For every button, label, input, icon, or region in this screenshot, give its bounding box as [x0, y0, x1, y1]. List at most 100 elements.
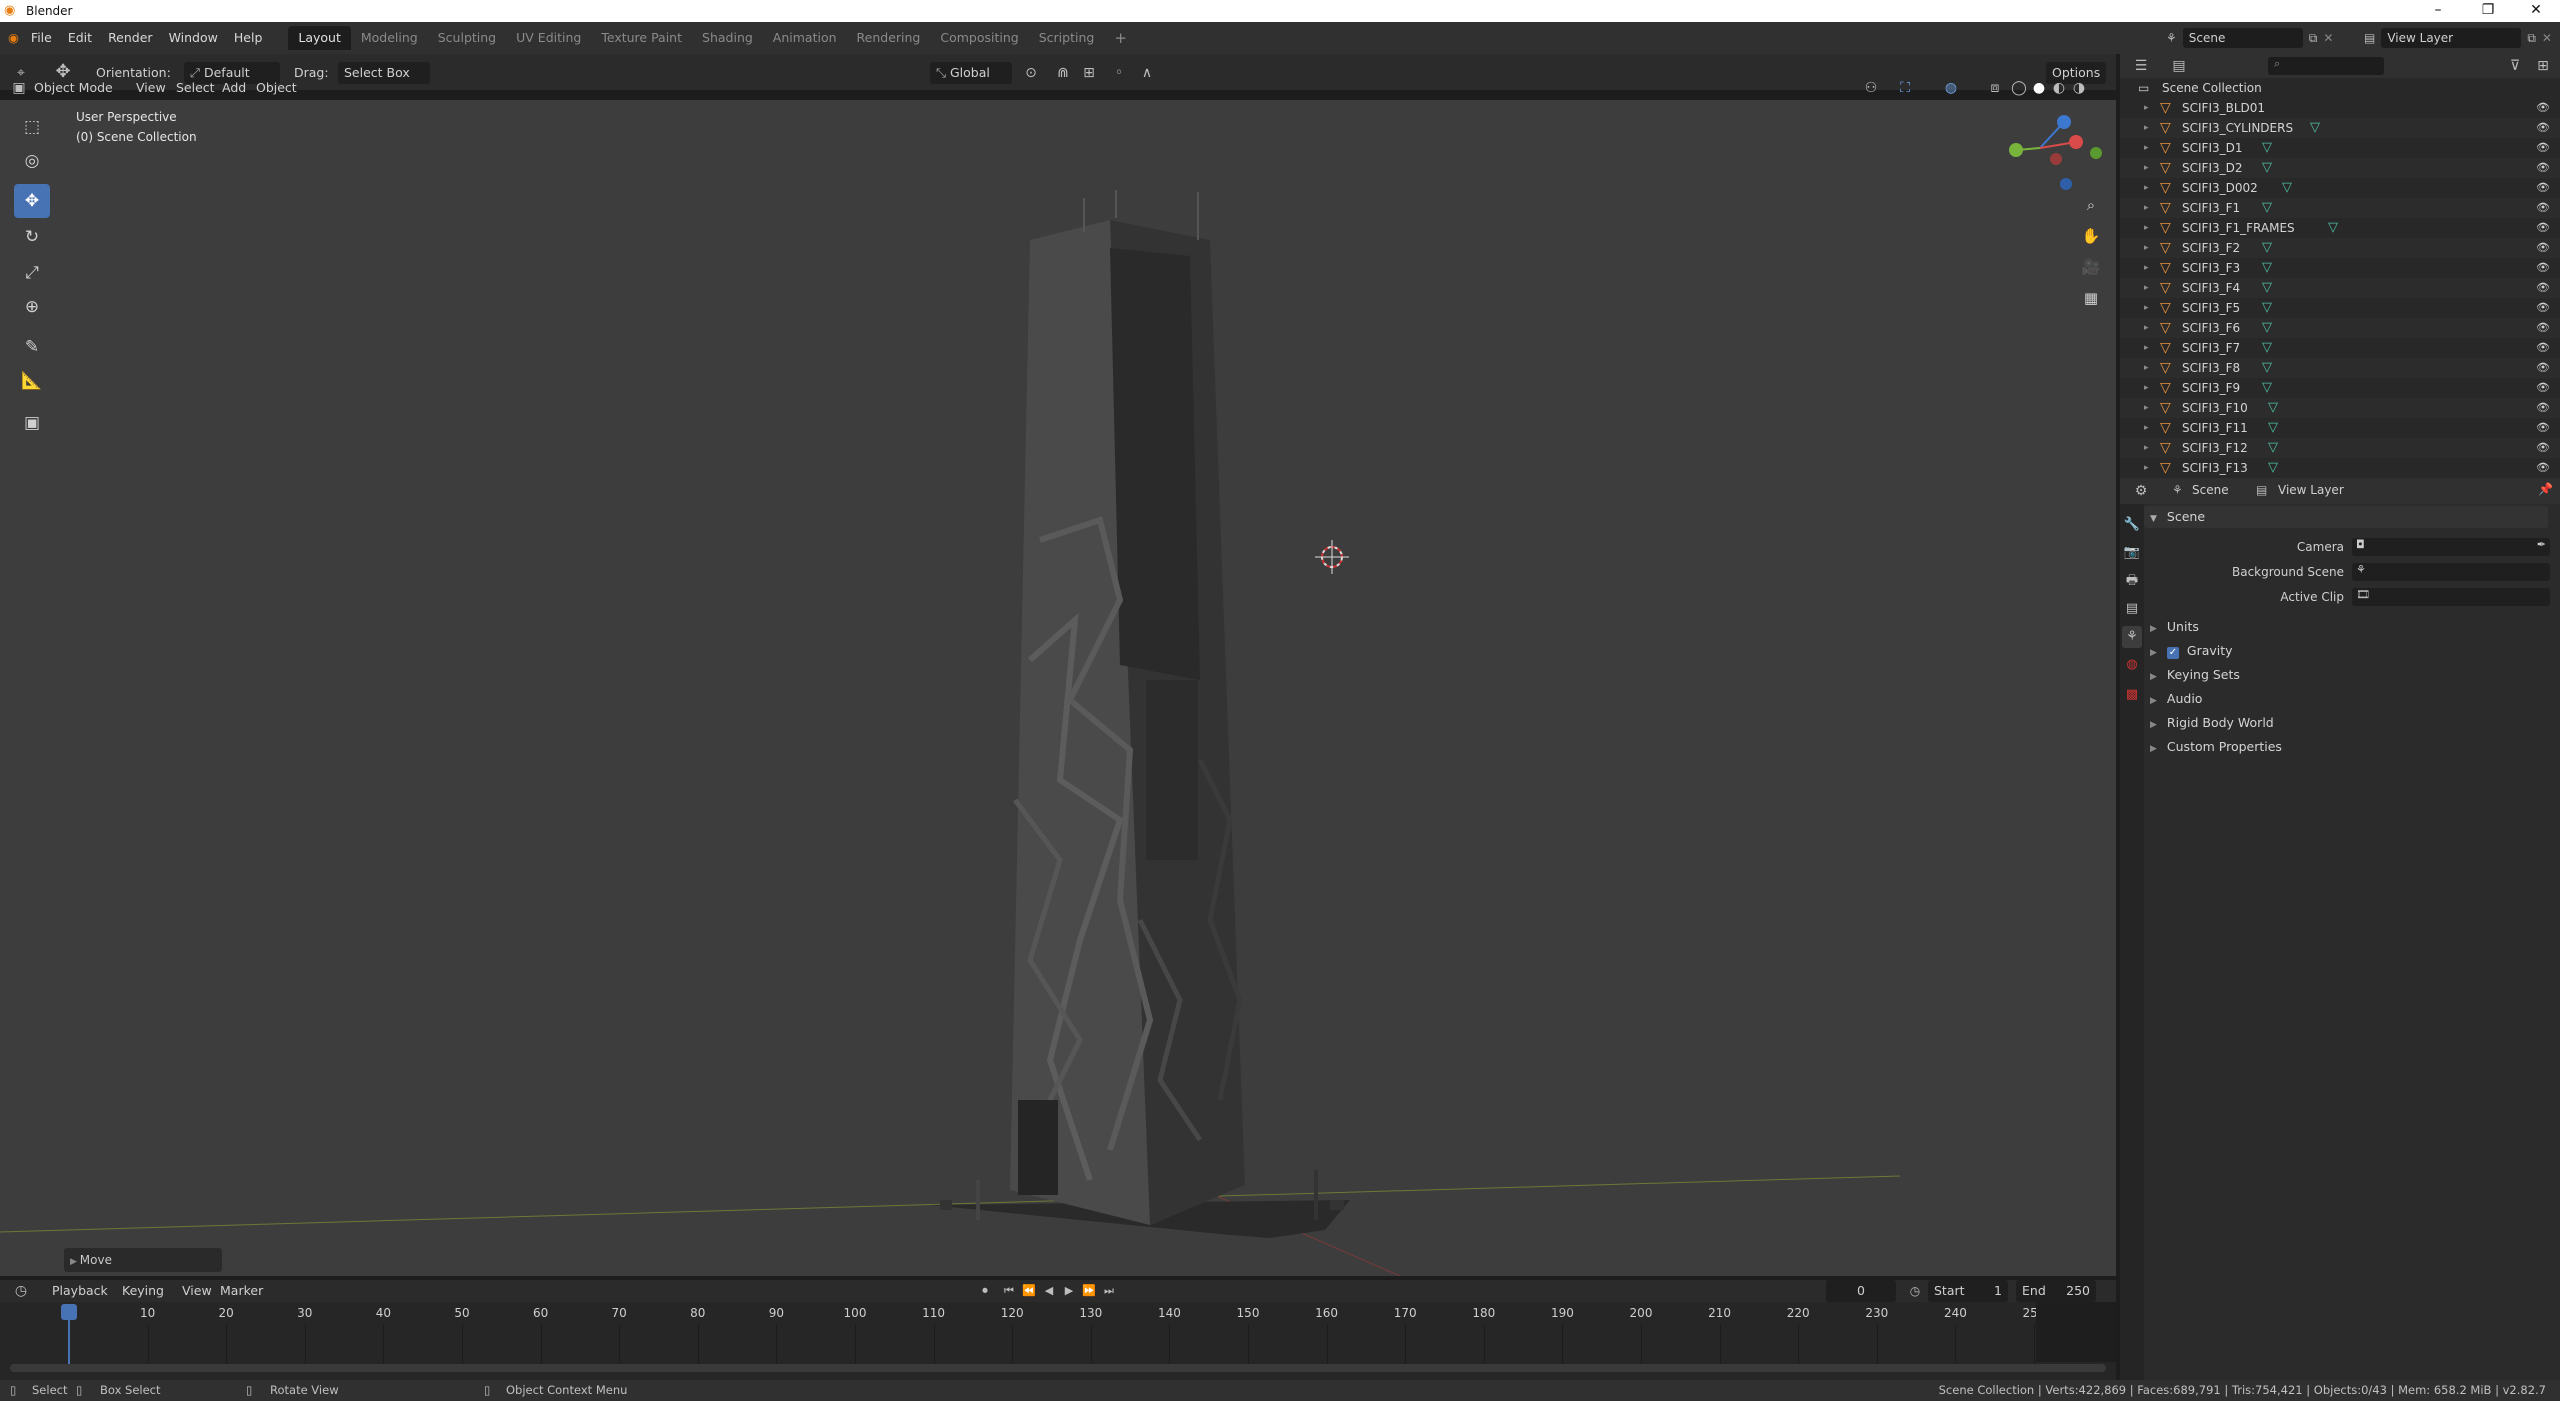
outliner-item-name[interactable]: SCIFI3_F1_FRAMES [2182, 218, 2295, 238]
expand-triangle-icon[interactable]: ▸ [2144, 98, 2149, 118]
outliner-item[interactable]: ▸ ▽ SCIFI3_F12 ▽ 👁 [2120, 438, 2560, 458]
expand-triangle-icon[interactable]: ▸ [2144, 338, 2149, 358]
mesh-data-icon[interactable]: ▽ [2262, 358, 2272, 378]
start-frame-field[interactable]: Start 1 [1928, 1280, 2008, 1302]
mesh-data-icon[interactable]: ▽ [2268, 418, 2278, 438]
mesh-data-icon[interactable]: ▽ [2282, 178, 2292, 198]
tab-scripting[interactable]: Scripting [1029, 26, 1105, 50]
audio-subpanel[interactable]: ▶ Audio [2144, 688, 2548, 710]
material-shading-icon[interactable]: ◐ [2048, 77, 2070, 99]
outliner-item[interactable]: ▸ ▽ SCIFI3_F13 ▽ 👁 [2120, 458, 2560, 478]
gizmo-icon[interactable]: ⛶ [1894, 77, 1916, 99]
camera-view-icon[interactable]: 🎥 [2076, 252, 2106, 282]
current-frame-field[interactable]: 0 [1826, 1280, 1896, 1302]
visibility-eye-icon[interactable]: 👁 [2536, 318, 2550, 338]
properties-editor-icon[interactable]: ⚙ [2130, 480, 2152, 502]
tab-compositing[interactable]: Compositing [930, 26, 1028, 50]
tab-sculpting[interactable]: Sculpting [428, 26, 506, 50]
tab-uv-editing[interactable]: UV Editing [506, 26, 591, 50]
units-subpanel[interactable]: ▶ Units [2144, 616, 2548, 638]
menu-select[interactable]: Select [170, 77, 221, 99]
view-layer-tab-icon[interactable]: ▤ [2122, 598, 2142, 620]
outliner-item[interactable]: ▸ ▽ SCIFI3_CYLINDERS ▽ 👁 [2120, 118, 2560, 138]
expand-triangle-icon[interactable]: ▸ [2144, 258, 2149, 278]
visibility-eye-icon[interactable]: 👁 [2536, 438, 2550, 458]
menu-keying[interactable]: Keying [116, 1280, 170, 1302]
custom-properties-subpanel[interactable]: ▶ Custom Properties [2144, 736, 2548, 758]
mesh-data-icon[interactable]: ▽ [2262, 138, 2272, 158]
outliner-item[interactable]: ▸ ▽ SCIFI3_F9 ▽ 👁 [2120, 378, 2560, 398]
outliner-item-name[interactable]: SCIFI3_F1 [2182, 198, 2240, 218]
mesh-data-icon[interactable]: ▽ [2262, 338, 2272, 358]
breadcrumb-scene[interactable]: Scene [2192, 483, 2229, 497]
output-tab-icon[interactable]: 🖶 [2122, 570, 2142, 592]
last-operator-panel[interactable]: ▶ Move [64, 1248, 222, 1272]
visibility-eye-icon[interactable]: 👁 [2536, 358, 2550, 378]
mesh-data-icon[interactable]: ▽ [2262, 318, 2272, 338]
mesh-data-icon[interactable]: ▽ [2262, 298, 2272, 318]
visibility-eye-icon[interactable]: 👁 [2536, 338, 2550, 358]
outliner-item[interactable]: ▸ ▽ SCIFI3_F5 ▽ 👁 [2120, 298, 2560, 318]
visibility-eye-icon[interactable]: 👁 [2536, 178, 2550, 198]
menu-window[interactable]: Window [161, 26, 226, 50]
mesh-data-icon[interactable]: ▽ [2310, 118, 2320, 138]
new-collection-icon[interactable]: ⊞ [2532, 55, 2554, 77]
rigid-body-world-subpanel[interactable]: ▶ Rigid Body World [2144, 712, 2548, 734]
delete-view-layer-icon[interactable]: ✕ [2542, 31, 2552, 45]
world-tab-icon[interactable]: ◍ [2122, 654, 2142, 676]
visibility-icon[interactable]: ⚇ [1860, 77, 1882, 99]
menu-timeline-view[interactable]: View [176, 1280, 218, 1302]
next-keyframe-icon[interactable]: ⏩ [1078, 1280, 1100, 1302]
mesh-data-icon[interactable]: ▽ [2268, 438, 2278, 458]
visibility-eye-icon[interactable]: 👁 [2536, 138, 2550, 158]
delete-scene-icon[interactable]: ✕ [2323, 31, 2333, 45]
mode-dropdown[interactable]: Object Mode [28, 77, 119, 99]
outliner-item-name[interactable]: SCIFI3_F7 [2182, 338, 2240, 358]
visibility-eye-icon[interactable]: 👁 [2536, 398, 2550, 418]
menu-edit[interactable]: Edit [60, 26, 100, 50]
mesh-data-icon[interactable]: ▽ [2262, 238, 2272, 258]
outliner-item[interactable]: ▸ ▽ SCIFI3_D2 ▽ 👁 [2120, 158, 2560, 178]
outliner-item[interactable]: ▸ ▽ SCIFI3_F3 ▽ 👁 [2120, 258, 2560, 278]
expand-triangle-icon[interactable]: ▸ [2144, 118, 2149, 138]
outliner-editor-icon[interactable]: ☰ [2130, 55, 2152, 77]
breadcrumb-view-layer[interactable]: View Layer [2278, 483, 2344, 497]
new-view-layer-icon[interactable]: ⧉ [2527, 31, 2536, 46]
gravity-checkbox[interactable]: ✓ [2166, 647, 2179, 659]
wireframe-shading-icon[interactable]: ◯ [2008, 77, 2030, 99]
preview-range-icon[interactable]: ◷ [1904, 1280, 1926, 1302]
mesh-data-icon[interactable]: ▽ [2262, 158, 2272, 178]
gravity-subpanel[interactable]: ▶ ✓ Gravity [2144, 640, 2548, 662]
minimize-icon[interactable]: – [2416, 0, 2460, 22]
menu-view[interactable]: View [130, 77, 172, 99]
menu-help[interactable]: Help [226, 26, 271, 50]
outliner-item-name[interactable]: SCIFI3_F2 [2182, 238, 2240, 258]
expand-triangle-icon[interactable]: ▸ [2144, 198, 2149, 218]
outliner-item[interactable]: ▸ ▽ SCIFI3_F11 ▽ 👁 [2120, 418, 2560, 438]
outliner-item-name[interactable]: SCIFI3_F8 [2182, 358, 2240, 378]
jump-end-icon[interactable]: ⏭ [1098, 1280, 1120, 1302]
visibility-eye-icon[interactable]: 👁 [2536, 238, 2550, 258]
visibility-eye-icon[interactable]: 👁 [2536, 418, 2550, 438]
outliner-item-name[interactable]: SCIFI3_F13 [2182, 458, 2248, 478]
view-layer-field[interactable]: View Layer [2381, 28, 2522, 48]
outliner-item-name[interactable]: SCIFI3_F4 [2182, 278, 2240, 298]
visibility-eye-icon[interactable]: 👁 [2536, 258, 2550, 278]
outliner-item[interactable]: ▸ ▽ SCIFI3_F4 ▽ 👁 [2120, 278, 2560, 298]
outliner-item[interactable]: ▸ ▽ SCIFI3_F10 ▽ 👁 [2120, 398, 2560, 418]
display-mode-icon[interactable]: ▤ [2168, 55, 2190, 77]
scene-selector[interactable]: ⚘ Scene ⧉ ✕ [2166, 26, 2333, 50]
expand-triangle-icon[interactable]: ▸ [2144, 318, 2149, 338]
outliner-item-name[interactable]: SCIFI3_F11 [2182, 418, 2248, 438]
zoom-icon[interactable]: ⌕ [2076, 190, 2106, 220]
3d-viewport[interactable]: User Perspective (0) Scene Collection ⬚ … [0, 100, 2116, 1276]
camera-field[interactable]: ◘ ✒ [2352, 538, 2550, 556]
expand-triangle-icon[interactable]: ▸ [2144, 238, 2149, 258]
mesh-data-icon[interactable]: ▽ [2268, 458, 2278, 478]
outliner-item-name[interactable]: SCIFI3_F12 [2182, 438, 2248, 458]
texture-tab-icon[interactable]: ▩ [2122, 684, 2142, 706]
keying-sets-subpanel[interactable]: ▶ Keying Sets [2144, 664, 2548, 686]
visibility-eye-icon[interactable]: 👁 [2536, 378, 2550, 398]
outliner-item-name[interactable]: SCIFI3_F9 [2182, 378, 2240, 398]
menu-render[interactable]: Render [100, 26, 161, 50]
